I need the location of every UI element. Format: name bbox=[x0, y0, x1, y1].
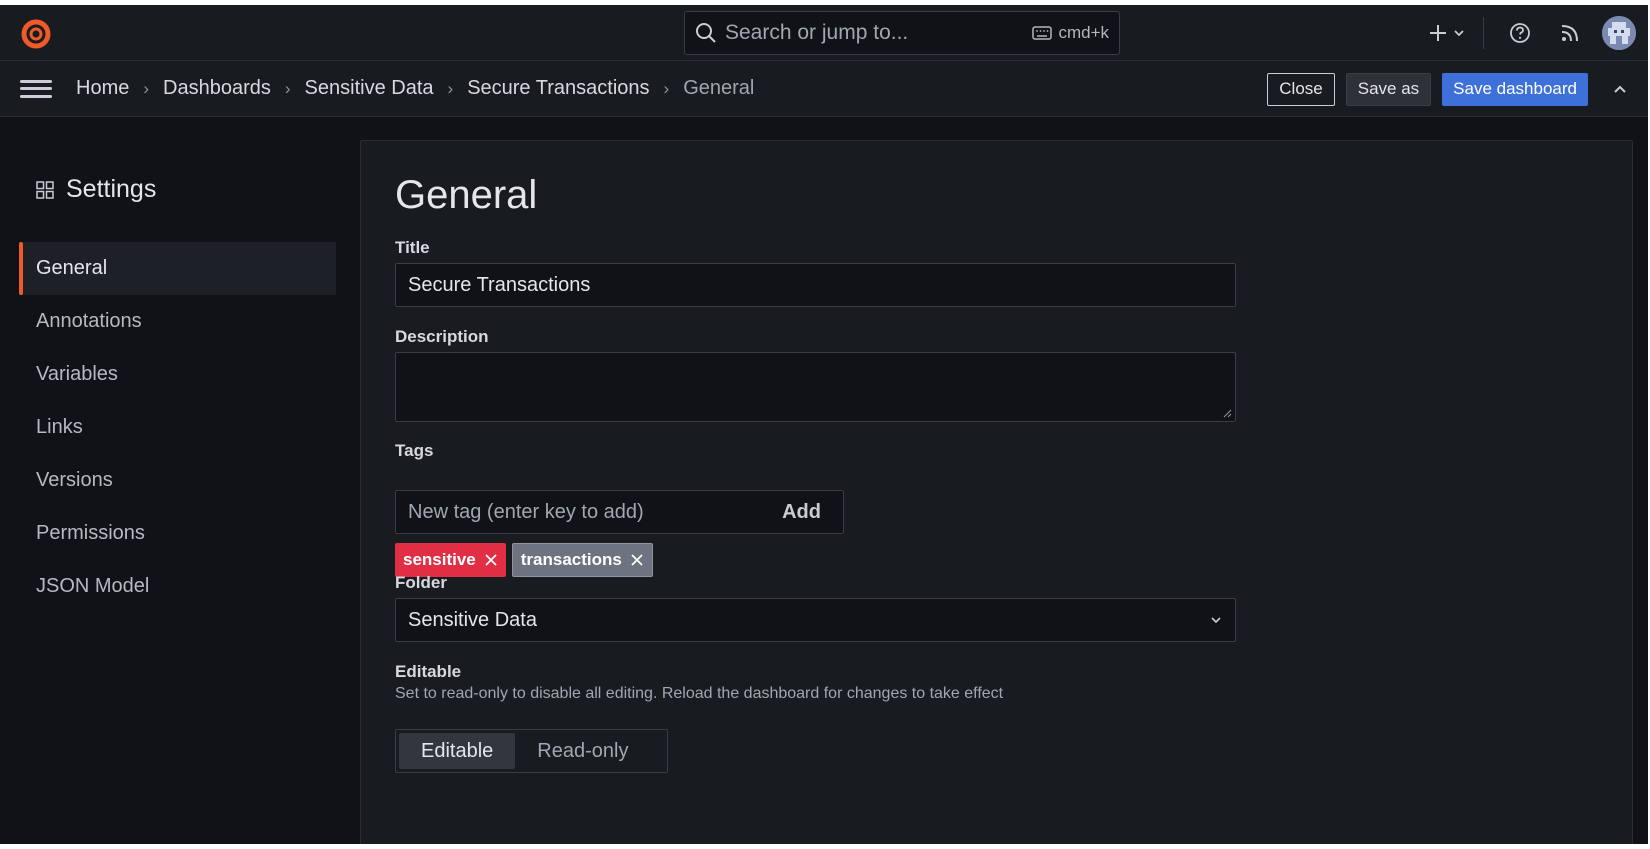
description-textarea[interactable] bbox=[395, 352, 1236, 422]
chevron-up-icon bbox=[1614, 85, 1626, 93]
breadcrumb-folder[interactable]: Sensitive Data bbox=[305, 77, 434, 100]
chevron-down-icon bbox=[1454, 30, 1464, 37]
title-input[interactable]: Secure Transactions bbox=[395, 263, 1236, 307]
menu-toggle-button[interactable] bbox=[20, 77, 52, 101]
tag-input[interactable]: New tag (enter key to add) Add bbox=[395, 490, 844, 534]
page-title: General bbox=[395, 173, 538, 217]
collapse-toolbar-button[interactable] bbox=[1604, 73, 1636, 105]
tags-label: Tags bbox=[395, 441, 434, 460]
tag-label: sensitive bbox=[403, 550, 476, 569]
save-dashboard-button[interactable]: Save dashboard bbox=[1442, 72, 1588, 106]
top-actions bbox=[1413, 5, 1648, 61]
breadcrumb-dashboard[interactable]: Secure Transactions bbox=[467, 77, 649, 100]
read-only-option[interactable]: Read-only bbox=[515, 733, 650, 769]
settings-nav: General Annotations Variables Links Vers… bbox=[19, 242, 336, 613]
tag-transactions: transactions bbox=[511, 543, 653, 577]
breadcrumb-home[interactable]: Home bbox=[76, 77, 129, 100]
tag-input-placeholder: New tag (enter key to add) bbox=[408, 500, 644, 523]
sidebar-item-json-model[interactable]: JSON Model bbox=[19, 560, 336, 613]
search-placeholder: Search or jump to... bbox=[725, 21, 909, 44]
editable-radio-group: Editable Read-only bbox=[395, 729, 668, 773]
sidebar-item-annotations[interactable]: Annotations bbox=[19, 295, 336, 348]
settings-title: Settings bbox=[36, 175, 156, 204]
folder-select[interactable]: Sensitive Data bbox=[395, 598, 1236, 642]
general-settings-panel: General Title Secure Transactions Descri… bbox=[360, 140, 1633, 844]
close-button[interactable]: Close bbox=[1267, 72, 1335, 106]
sidebar-item-links[interactable]: Links bbox=[19, 401, 336, 454]
folder-value: Sensitive Data bbox=[408, 608, 537, 631]
settings-title-label: Settings bbox=[66, 175, 157, 203]
close-icon[interactable] bbox=[630, 553, 644, 567]
editable-label: Editable bbox=[395, 662, 462, 681]
new-menu-button[interactable] bbox=[1419, 11, 1475, 55]
tag-list: sensitive transactions bbox=[395, 543, 659, 577]
sidebar-item-general[interactable]: General bbox=[19, 242, 336, 295]
plus-icon bbox=[1430, 25, 1446, 41]
breadcrumb-bar: Home › Dashboards › Sensitive Data › Sec… bbox=[0, 61, 1648, 117]
help-icon bbox=[1510, 23, 1530, 43]
menu-line bbox=[20, 87, 52, 90]
chevron-right-icon: › bbox=[284, 78, 291, 98]
rss-icon bbox=[1561, 25, 1578, 42]
breadcrumb-current: General bbox=[683, 77, 755, 99]
chevron-down-icon bbox=[1211, 617, 1221, 624]
save-as-button[interactable]: Save as bbox=[1345, 72, 1432, 106]
editable-option[interactable]: Editable bbox=[399, 733, 516, 769]
grafana-logo-icon[interactable] bbox=[18, 15, 54, 51]
add-tag-button[interactable]: Add bbox=[760, 491, 843, 533]
news-button[interactable] bbox=[1548, 11, 1592, 55]
description-label: Description bbox=[395, 327, 489, 346]
close-icon[interactable] bbox=[484, 553, 498, 567]
menu-line bbox=[20, 94, 52, 98]
search-shortcut: cmd+k bbox=[1032, 23, 1109, 43]
breadcrumb: Home › Dashboards › Sensitive Data › Sec… bbox=[76, 77, 754, 100]
editable-help-text: Set to read-only to disable all editing.… bbox=[395, 685, 1004, 702]
chevron-right-icon: › bbox=[447, 78, 454, 98]
top-bar: Search or jump to... cmd+k bbox=[0, 5, 1648, 61]
title-label: Title bbox=[395, 238, 430, 257]
folder-label: Folder bbox=[395, 573, 447, 592]
divider bbox=[1483, 17, 1484, 49]
chevron-right-icon: › bbox=[663, 78, 670, 98]
dashboard-actions: Close Save as Save dashboard bbox=[1256, 61, 1648, 117]
help-button[interactable] bbox=[1498, 11, 1542, 55]
sidebar-item-variables[interactable]: Variables bbox=[19, 348, 336, 401]
search-bar[interactable]: Search or jump to... cmd+k bbox=[684, 11, 1120, 55]
tag-sensitive: sensitive bbox=[395, 543, 506, 577]
user-avatar[interactable] bbox=[1602, 16, 1636, 50]
chevron-right-icon: › bbox=[143, 78, 150, 98]
app-window: Search or jump to... cmd+k Home › Dashbo… bbox=[0, 5, 1648, 844]
breadcrumb-dashboards[interactable]: Dashboards bbox=[163, 77, 271, 100]
search-icon bbox=[696, 23, 716, 43]
resize-handle-icon[interactable] bbox=[1222, 408, 1232, 418]
menu-line bbox=[20, 79, 52, 83]
avatar-icon bbox=[1602, 16, 1636, 50]
sidebar-item-permissions[interactable]: Permissions bbox=[19, 507, 336, 560]
tag-label: transactions bbox=[520, 550, 622, 569]
sidebar-item-versions[interactable]: Versions bbox=[19, 454, 336, 507]
keyboard-icon bbox=[1032, 26, 1053, 40]
apps-grid-icon bbox=[36, 180, 54, 199]
shortcut-label: cmd+k bbox=[1058, 23, 1109, 42]
